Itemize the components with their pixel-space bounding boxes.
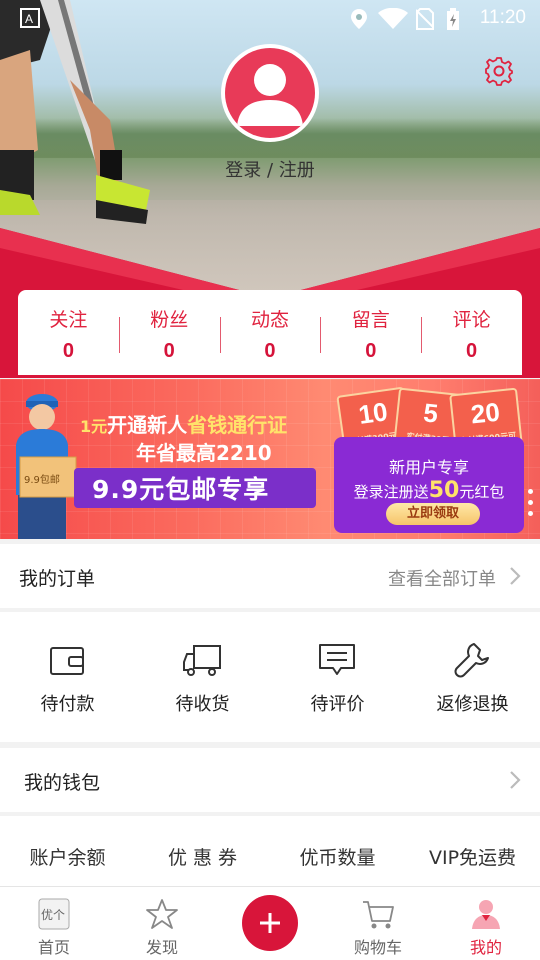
stats-card: 关注 0 粉丝 0 动态 0 留言 0 评论 0 [18,290,522,375]
star-icon [146,899,178,929]
no-sim-icon [416,8,434,30]
wallet-item-label: 优 惠 券 [167,847,238,869]
my-orders-row[interactable]: 我的订单 查看全部订单 [0,544,540,608]
stat-value: 0 [62,339,74,362]
order-pending-receipt[interactable]: 待收货 [135,612,270,742]
stat-label: 评论 [452,308,491,331]
wifi-icon [378,8,408,29]
claim-now-button[interactable]: 立即领取 [386,503,480,525]
order-label: 返修退换 [436,694,509,715]
box-label: 9.9包邮 [24,473,60,486]
user-avatar-icon [237,64,303,126]
stat-moments[interactable]: 动态 0 [219,303,321,363]
promo-headline-mid: 开通新人 [107,413,188,437]
stat-comments[interactable]: 评论 0 [421,303,522,363]
voucher-sub-amount: 50 [428,478,460,503]
voucher-sub-prefix: 登录注册送 [353,483,429,501]
profile-icon [472,900,500,929]
add-button[interactable] [242,895,298,951]
order-label: 待收货 [175,694,230,715]
wallet-vip-free-shipping[interactable]: VIP免运费 [405,816,540,906]
promo-subheadline: 年省最高2210 [136,441,272,465]
my-wallet-title: 我的钱包 [24,772,101,794]
plus-icon [260,913,280,933]
comment-icon [319,644,355,675]
stat-messages[interactable]: 留言 0 [320,303,421,363]
stat-value: 0 [466,339,478,362]
home-logo-text: 优个 [41,908,65,922]
promo-headline: 1元开通新人省钱通行证 [80,409,287,438]
gear-icon[interactable] [484,56,514,86]
chevron-right-icon [510,771,521,789]
cart-icon [363,901,394,929]
voucher-amount: 20 [469,396,502,430]
wallet-balance[interactable]: 账户余额 [0,816,135,906]
voucher-title: 新用户专享 [388,458,469,477]
order-return-repair[interactable]: 返修退换 [405,612,540,742]
order-status-row: 待付款 待收货 待评价 返修退换 [0,612,540,742]
cyclist-image [0,0,150,224]
stat-value: 0 [163,339,175,362]
promo-banner[interactable]: 9.9包邮 1元开通新人省钱通行证 年省最高2210 9.9元包邮专享 10 实… [0,379,540,539]
wallet-item-label: 优币数量 [299,847,376,869]
order-label: 待评价 [310,694,365,715]
avatar[interactable] [221,44,319,142]
home-logo-icon: 优个 [38,898,70,930]
wallet-items: 账户余额 优 惠 券 优币数量 VIP免运费 [0,816,540,906]
nav-label: 我的 [469,938,502,957]
status-time: 11:20 [479,7,526,28]
promo-pill-text: 9.9元包邮专享 [92,475,270,504]
battery-icon [447,8,459,30]
carousel-dots [528,489,534,522]
wallet-coins[interactable]: 优币数量 [270,816,405,906]
promo-headline-highlight: 省钱通行证 [187,413,288,437]
order-label: 待付款 [40,694,95,715]
wallet-item-label: VIP免运费 [428,847,517,869]
nav-mine[interactable]: 我的 [432,887,540,960]
nav-label: 首页 [37,938,70,957]
nav-home[interactable]: 优个 首页 [0,887,108,960]
status-bar: A 11:20 [0,0,540,36]
view-all-orders-link[interactable]: 查看全部订单 [388,565,496,591]
stat-value: 0 [365,339,377,362]
stat-value: 0 [264,339,276,362]
location-icon [351,9,367,29]
wallet-coupons[interactable]: 优 惠 券 [135,816,270,906]
wrench-icon [454,643,489,678]
promo-price: 1元 [80,417,108,436]
nav-discover[interactable]: 发现 [108,887,216,960]
order-pending-payment[interactable]: 待付款 [0,612,135,742]
wallet-icon [50,647,84,675]
stat-label: 留言 [351,308,390,331]
my-orders-title: 我的订单 [19,568,96,590]
nav-label: 购物车 [353,938,402,957]
voucher-sub-suffix: 元红包 [459,483,505,501]
login-register-link[interactable]: 登录 / 注册 [0,156,540,182]
stat-follow[interactable]: 关注 0 [18,303,119,363]
wallet-item-label: 账户余额 [29,847,106,869]
stat-label: 关注 [49,308,88,331]
a-icon: A [20,8,40,28]
my-wallet-row[interactable]: 我的钱包 [0,748,540,812]
voucher-subtitle: 登录注册送50元红包 [334,478,524,503]
chevron-right-icon [510,567,521,585]
truck-icon [183,645,221,676]
order-pending-review[interactable]: 待评价 [270,612,405,742]
stat-fans[interactable]: 粉丝 0 [118,303,220,363]
nav-cart[interactable]: 购物车 [324,887,432,960]
stat-label: 粉丝 [150,308,189,331]
courier-illustration: 9.9包邮 [16,394,77,539]
stat-label: 动态 [250,308,289,331]
nav-label: 发现 [145,938,178,957]
svg-text:A: A [25,12,33,26]
